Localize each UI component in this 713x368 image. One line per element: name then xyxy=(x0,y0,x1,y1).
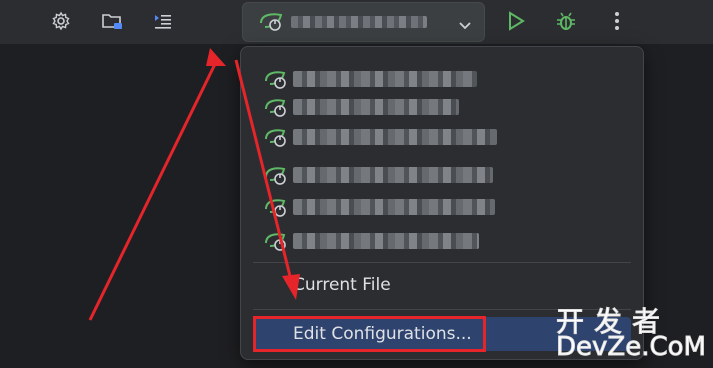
spring-boot-icon xyxy=(263,161,291,189)
configuration-item[interactable] xyxy=(263,93,633,121)
run-configurations-popup: Current File Edit Configurations... xyxy=(240,46,644,360)
chevron-down-icon xyxy=(458,16,472,35)
configuration-name xyxy=(293,199,495,215)
run-configuration-selector[interactable] xyxy=(242,2,485,42)
configuration-item[interactable] xyxy=(263,65,633,93)
arrow-head-icon xyxy=(206,48,226,66)
edit-configurations-label: Edit Configurations... xyxy=(293,324,472,344)
configuration-name xyxy=(293,233,479,249)
spring-boot-icon xyxy=(263,227,291,255)
arrow-line xyxy=(88,61,218,321)
debug-icon[interactable] xyxy=(553,8,579,34)
run-icon[interactable] xyxy=(503,8,529,34)
current-file-item[interactable]: Current File xyxy=(293,275,391,295)
configuration-name xyxy=(293,167,493,183)
spring-boot-icon xyxy=(263,65,291,93)
configuration-item[interactable] xyxy=(263,193,633,221)
project-folder-icon[interactable] xyxy=(99,8,125,34)
configuration-name xyxy=(293,99,459,115)
gear-icon[interactable] xyxy=(48,8,74,34)
more-vertical-icon[interactable] xyxy=(604,8,630,34)
configuration-name xyxy=(293,129,497,145)
spring-boot-icon xyxy=(263,193,291,221)
spring-boot-icon xyxy=(257,11,287,37)
configuration-item[interactable] xyxy=(263,123,633,151)
configuration-name xyxy=(293,71,477,87)
configuration-item[interactable] xyxy=(263,161,633,189)
configuration-item[interactable] xyxy=(263,227,633,255)
separator xyxy=(253,262,631,263)
selected-configuration-name xyxy=(291,16,427,28)
separator xyxy=(253,309,631,310)
structure-icon[interactable] xyxy=(150,8,176,34)
main-toolbar xyxy=(0,0,713,45)
spring-boot-icon xyxy=(263,93,291,121)
spring-boot-icon xyxy=(263,123,291,151)
edit-configurations-item[interactable]: Edit Configurations... xyxy=(253,317,631,351)
